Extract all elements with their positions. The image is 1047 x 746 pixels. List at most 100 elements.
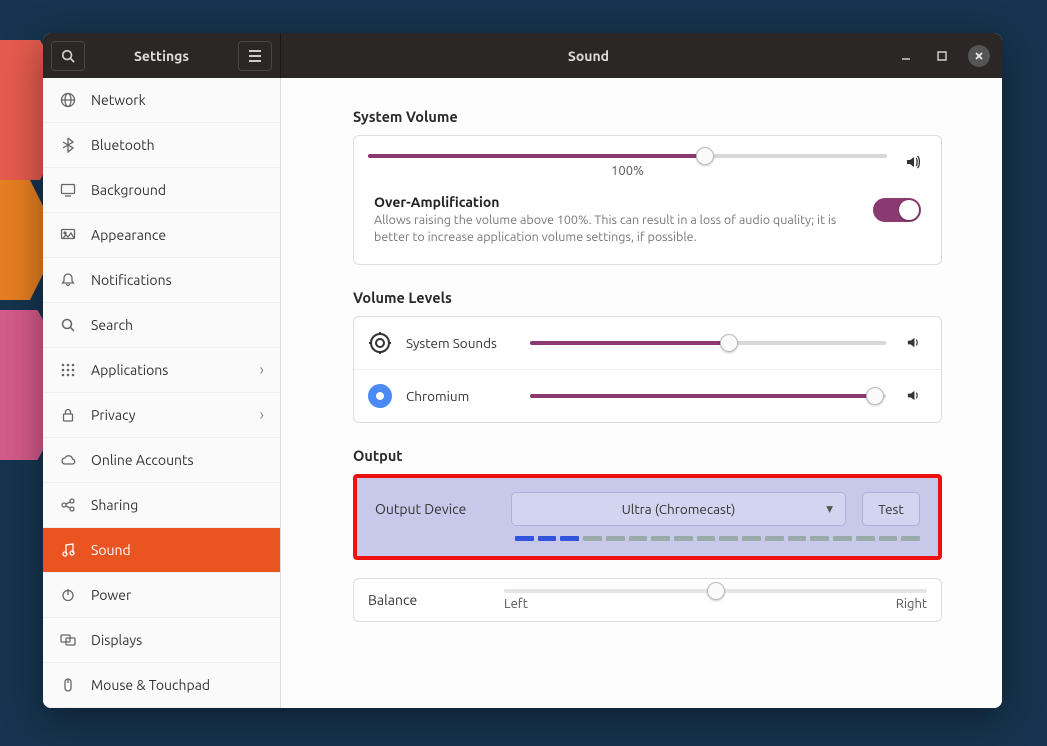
over-amplification-toggle[interactable] [873, 198, 921, 222]
sidebar-item-label: Bluetooth [91, 137, 155, 153]
app-volume-name: System Sounds [406, 335, 516, 351]
titlebar: Settings Sound [43, 33, 1002, 78]
meter-segment [606, 536, 625, 541]
sidebar-item-privacy[interactable]: Privacy › [43, 393, 280, 438]
output-device-label: Output Device [375, 501, 495, 517]
sidebar-item-label: Notifications [91, 272, 172, 288]
app-volume-slider[interactable] [530, 394, 886, 398]
sidebar-item-label: Mouse & Touchpad [91, 677, 210, 693]
volume-row-system-sounds: System Sounds [354, 317, 941, 370]
chromium-icon [368, 384, 392, 408]
over-amplification-title: Over-Amplification [374, 194, 853, 210]
balance-right-label: Right [896, 597, 927, 611]
speaker-icon[interactable] [906, 335, 921, 350]
appearance-icon [59, 227, 77, 243]
grid-icon [59, 362, 77, 378]
settings-window: Settings Sound Network Bluetooth Backgroun… [43, 33, 1002, 708]
balance-left-label: Left [504, 597, 528, 611]
test-button[interactable]: Test [862, 492, 920, 526]
meter-segment [856, 536, 875, 541]
sidebar-item-background[interactable]: Background [43, 168, 280, 213]
app-volume-slider[interactable] [530, 341, 886, 345]
sidebar-item-label: Sharing [91, 497, 138, 513]
sidebar-item-online-accounts[interactable]: Online Accounts [43, 438, 280, 483]
monitor-icon [59, 182, 77, 198]
speaker-icon[interactable] [905, 154, 921, 170]
chevron-right-icon: › [260, 406, 265, 424]
share-icon [59, 497, 77, 513]
sidebar-item-network[interactable]: Network [43, 78, 280, 123]
sidebar-item-power[interactable]: Power [43, 573, 280, 618]
volume-levels-card: System Sounds Chromium [353, 316, 942, 423]
power-icon [59, 587, 77, 603]
output-device-selected-value: Ultra (Chromecast) [622, 501, 736, 517]
sidebar-item-sharing[interactable]: Sharing [43, 483, 280, 528]
meter-segment [788, 536, 807, 541]
section-title-system-volume: System Volume [353, 108, 942, 125]
app-volume-name: Chromium [406, 388, 516, 404]
sidebar-item-label: Appearance [91, 227, 166, 243]
sidebar-item-label: Sound [91, 542, 131, 558]
mouse-icon [59, 677, 77, 693]
over-amplification-description: Allows raising the volume above 100%. Th… [374, 212, 853, 246]
close-button[interactable] [968, 45, 990, 67]
meter-segment [901, 536, 920, 541]
maximize-button[interactable] [932, 46, 952, 66]
sidebar-search-button[interactable] [51, 41, 85, 71]
output-device-select[interactable]: Ultra (Chromecast) ▾ [511, 492, 846, 526]
sidebar-item-bluetooth[interactable]: Bluetooth [43, 123, 280, 168]
music-icon [59, 542, 77, 558]
meter-segment [810, 536, 829, 541]
meter-segment [833, 536, 852, 541]
meter-segment [879, 536, 898, 541]
sidebar-item-displays[interactable]: Displays [43, 618, 280, 663]
search-icon [61, 49, 75, 63]
meter-segment [651, 536, 670, 541]
meter-segment [742, 536, 761, 541]
bluetooth-icon [59, 137, 77, 153]
meter-segment [515, 536, 534, 541]
output-level-meter [375, 536, 920, 542]
system-volume-slider[interactable] [368, 154, 887, 158]
chevron-right-icon: › [260, 361, 265, 379]
meter-segment [560, 536, 579, 541]
sidebar-item-label: Power [91, 587, 131, 603]
meter-segment [674, 536, 693, 541]
sidebar-title: Settings [85, 48, 238, 64]
displays-icon [59, 632, 77, 648]
volume-row-chromium: Chromium [354, 370, 941, 422]
sidebar-item-notifications[interactable]: Notifications [43, 258, 280, 303]
meter-segment [697, 536, 716, 541]
system-volume-card: 100% Over-Amplification Allows raising t… [353, 135, 942, 265]
speaker-icon[interactable] [906, 388, 921, 403]
hamburger-icon [248, 50, 262, 62]
content-area: System Volume 100% [281, 78, 1002, 708]
sidebar: Network Bluetooth Background Appearance Noti… [43, 78, 281, 708]
balance-card: Balance Left Right [353, 578, 942, 622]
sidebar-item-label: Network [91, 92, 146, 108]
meter-segment [583, 536, 602, 541]
balance-slider[interactable] [504, 589, 927, 593]
sidebar-item-appearance[interactable]: Appearance [43, 213, 280, 258]
minimize-button[interactable] [896, 46, 916, 66]
system-sounds-icon [368, 331, 392, 355]
sidebar-item-mouse-touchpad[interactable]: Mouse & Touchpad [43, 663, 280, 708]
section-title-output: Output [353, 447, 942, 464]
hamburger-menu-button[interactable] [238, 41, 272, 71]
sidebar-item-label: Search [91, 317, 133, 333]
sidebar-item-applications[interactable]: Applications › [43, 348, 280, 393]
sidebar-item-label: Online Accounts [91, 452, 194, 468]
sidebar-item-label: Background [91, 182, 166, 198]
system-volume-percent: 100% [368, 164, 887, 178]
lock-icon [59, 407, 77, 423]
meter-segment [538, 536, 557, 541]
balance-label: Balance [368, 592, 488, 608]
sidebar-item-sound[interactable]: Sound [43, 528, 280, 573]
meter-segment [765, 536, 784, 541]
meter-segment [719, 536, 738, 541]
sidebar-item-label: Applications [91, 362, 168, 378]
sidebar-item-label: Displays [91, 632, 142, 648]
sidebar-item-search[interactable]: Search [43, 303, 280, 348]
section-title-volume-levels: Volume Levels [353, 289, 942, 306]
sidebar-item-label: Privacy [91, 407, 135, 423]
